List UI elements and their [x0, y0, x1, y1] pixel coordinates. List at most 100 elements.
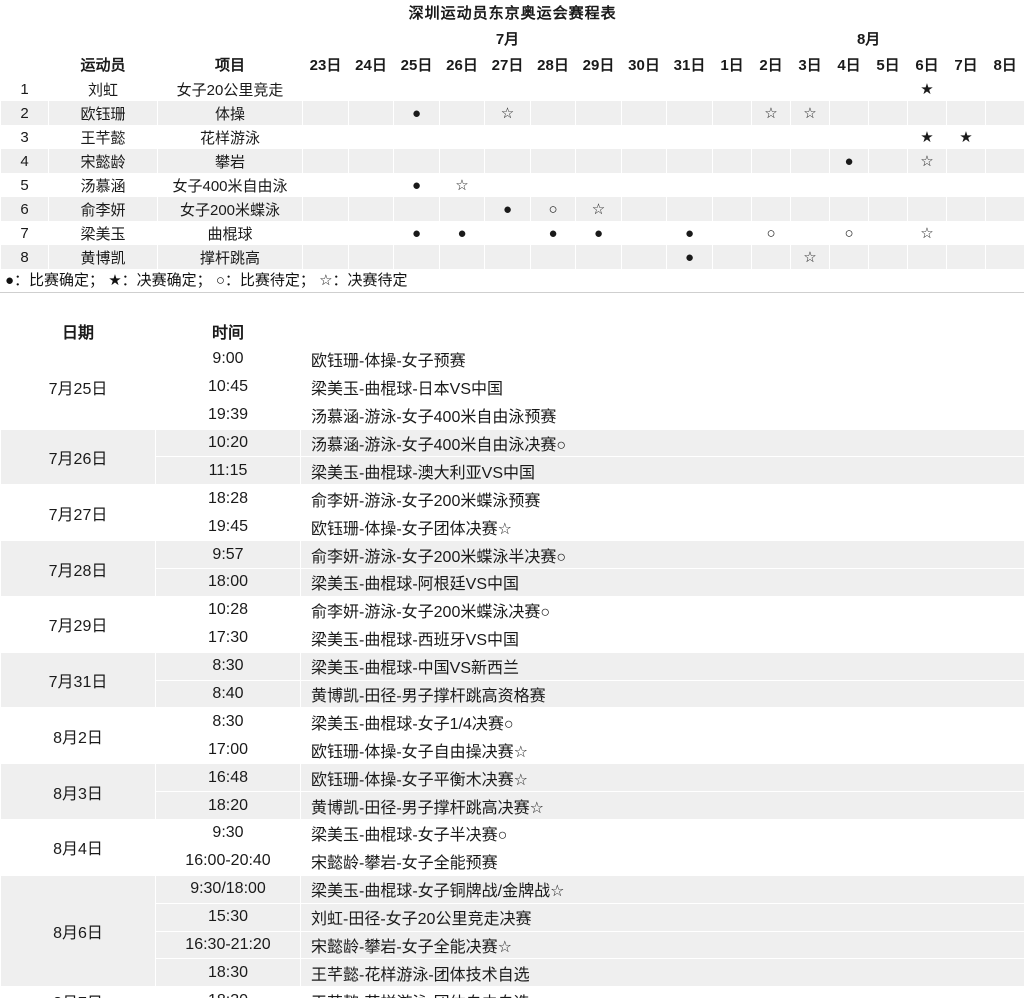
mark-cell: ● [485, 197, 531, 221]
mark-cell: ● [440, 221, 485, 245]
mark-cell: ● [667, 221, 713, 245]
date-header: 2日 [752, 51, 791, 77]
schedule-time: 10:20 [156, 429, 301, 457]
athlete-row: 2欧钰珊体操●☆☆☆ [1, 101, 1024, 125]
schedule-row: 7月28日9:57俞李妍-游泳-女子200米蝶泳半决赛○ [1, 541, 1024, 569]
empty-cell [986, 149, 1024, 173]
mark-cell: ☆ [908, 149, 947, 173]
empty-cell [576, 77, 622, 102]
empty-cell [485, 173, 531, 197]
schedule-date: 7月26日 [1, 429, 156, 485]
empty-cell [349, 125, 394, 149]
empty-cell [440, 197, 485, 221]
date-header: 7日 [947, 51, 986, 77]
schedule-description: 黄博凯-田径-男子撑杆跳高决赛☆ [301, 792, 1024, 820]
schedule-time: 9:30/18:00 [156, 875, 301, 903]
empty-cell [622, 125, 667, 149]
empty-cell [667, 149, 713, 173]
athlete-name: 欧钰珊 [49, 101, 158, 125]
empty-cell [791, 197, 830, 221]
athlete-row: 5汤慕涵女子400米自由泳●☆ [1, 173, 1024, 197]
empty-cell [303, 221, 349, 245]
empty-cell [303, 125, 349, 149]
corner-cell [1, 51, 49, 77]
empty-cell [869, 125, 908, 149]
empty-cell [531, 77, 576, 102]
legend-text: ●：比赛确定； ★：决赛确定； ○：比赛待定； ☆：决赛待定 [0, 269, 1024, 293]
schedule-time: 10:45 [156, 373, 301, 401]
schedule-time: 11:15 [156, 457, 301, 485]
empty-cell [908, 245, 947, 269]
time-column-header: 时间 [156, 318, 301, 346]
empty-cell [303, 197, 349, 221]
column-header-row: 运动员项目23日24日25日26日27日28日29日30日31日1日2日3日4日… [1, 51, 1024, 77]
empty-cell [485, 77, 531, 102]
schedule-time: 18:20 [156, 792, 301, 820]
schedule-description: 俞李妍-游泳-女子200米蝶泳预赛 [301, 485, 1024, 513]
empty-cell [791, 173, 830, 197]
schedule-description: 梁美玉-曲棍球-西班牙VS中国 [301, 624, 1024, 652]
empty-cell [485, 221, 531, 245]
date-header: 24日 [349, 51, 394, 77]
schedule-time: 18:00 [156, 569, 301, 597]
empty-cell [947, 245, 986, 269]
mark-cell: ★ [947, 125, 986, 149]
mark-cell: ★ [908, 125, 947, 149]
date-header: 4日 [830, 51, 869, 77]
date-header: 25日 [394, 51, 440, 77]
schedule-description: 欧钰珊-体操-女子平衡木决赛☆ [301, 764, 1024, 792]
empty-cell [622, 221, 667, 245]
schedule-description: 欧钰珊-体操-女子自由操决赛☆ [301, 736, 1024, 764]
empty-cell [986, 77, 1024, 102]
empty-cell [394, 77, 440, 102]
empty-cell [752, 77, 791, 102]
empty-cell [713, 221, 752, 245]
empty-cell [440, 149, 485, 173]
mark-cell: ● [576, 221, 622, 245]
empty-cell [986, 221, 1024, 245]
athlete-row: 6俞李妍女子200米蝶泳●○☆ [1, 197, 1024, 221]
empty-cell [576, 149, 622, 173]
empty-cell [440, 77, 485, 102]
schedule-date: 8月4日 [1, 820, 156, 876]
row-number: 3 [1, 125, 49, 149]
schedule-description: 梁美玉-曲棍球-中国VS新西兰 [301, 652, 1024, 680]
empty-cell [908, 197, 947, 221]
schedule-description: 梁美玉-曲棍球-日本VS中国 [301, 373, 1024, 401]
empty-cell [622, 149, 667, 173]
empty-cell [986, 245, 1024, 269]
athlete-name: 俞李妍 [49, 197, 158, 221]
empty-cell [947, 221, 986, 245]
empty-cell [830, 245, 869, 269]
olympics-schedule-grid: 深圳运动员东京奥运会赛程表7月8月运动员项目23日24日25日26日27日28日… [0, 0, 1024, 269]
schedule-time: 9:57 [156, 541, 301, 569]
empty-cell [622, 245, 667, 269]
empty-cell [303, 173, 349, 197]
empty-cell [394, 149, 440, 173]
empty-cell [349, 197, 394, 221]
schedule-time: 18:30 [156, 987, 301, 998]
empty-cell [752, 197, 791, 221]
row-number: 5 [1, 173, 49, 197]
mark-cell: ● [667, 245, 713, 269]
empty-cell [531, 245, 576, 269]
athlete-event: 女子400米自由泳 [158, 173, 303, 197]
schedule-time: 18:28 [156, 485, 301, 513]
schedule-time: 17:30 [156, 624, 301, 652]
schedule-time: 18:30 [156, 959, 301, 987]
mark-cell: ☆ [576, 197, 622, 221]
date-header: 27日 [485, 51, 531, 77]
athlete-name: 王芊懿 [49, 125, 158, 149]
description-column-header [301, 318, 1024, 346]
empty-cell [713, 101, 752, 125]
schedule-row: 7月29日10:28俞李妍-游泳-女子200米蝶泳决赛○ [1, 596, 1024, 624]
mark-cell: ☆ [752, 101, 791, 125]
empty-cell [349, 245, 394, 269]
empty-cell [869, 101, 908, 125]
schedule-description: 梁美玉-曲棍球-女子1/4决赛○ [301, 708, 1024, 736]
schedule-row: 8月6日9:30/18:00梁美玉-曲棍球-女子铜牌战/金牌战☆ [1, 875, 1024, 903]
empty-cell [947, 149, 986, 173]
row-number: 2 [1, 101, 49, 125]
month-row: 7月8月 [1, 25, 1024, 51]
schedule-description: 梁美玉-曲棍球-女子铜牌战/金牌战☆ [301, 875, 1024, 903]
